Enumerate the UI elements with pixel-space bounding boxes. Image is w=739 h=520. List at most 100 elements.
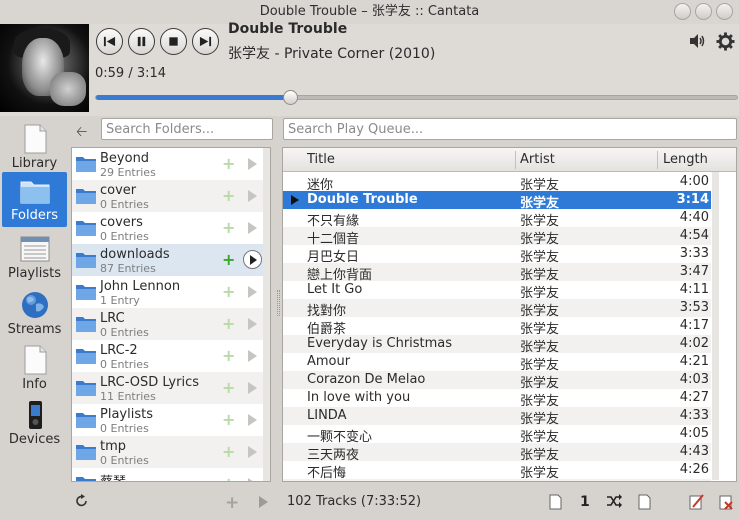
add-icon[interactable]: + [222, 316, 235, 332]
previous-button[interactable] [96, 28, 123, 55]
folder-entry-count: 87 Entries [100, 262, 156, 275]
add-to-queue-icon[interactable]: + [225, 493, 239, 513]
folder-item[interactable]: downloads 87 Entries + [72, 244, 270, 276]
play-now-icon[interactable] [259, 496, 268, 508]
track-artist: 张学友 [520, 480, 559, 481]
sidebar-item-library[interactable]: Library [2, 120, 67, 175]
clear-queue-icon[interactable] [719, 494, 734, 510]
queue-row[interactable]: 戀上你背面 张学友 3:47 [283, 263, 711, 283]
folder-item[interactable]: John Lennon 1 Entry + [72, 276, 270, 308]
queue-row[interactable]: Let It Go 张学友 4:11 [283, 281, 711, 301]
pause-button[interactable] [128, 28, 155, 55]
next-button[interactable] [192, 28, 219, 55]
add-icon[interactable]: + [222, 380, 235, 396]
play-icon[interactable] [248, 158, 257, 170]
add-icon[interactable]: + [222, 476, 235, 482]
folder-item[interactable]: LRC-OSD Lyrics 11 Entries + [72, 372, 270, 404]
folder-icon [76, 317, 96, 332]
queue-row[interactable]: Corazon De Melao 张学友 4:03 [283, 371, 711, 391]
queue-row[interactable]: 十二個音 张学友 4:54 [283, 227, 711, 247]
column-length[interactable]: Length [663, 152, 708, 167]
column-artist[interactable]: Artist [520, 152, 555, 167]
edit-tags-icon[interactable] [689, 494, 704, 510]
pane-splitter[interactable] [277, 290, 280, 316]
pause-icon [137, 36, 146, 47]
queue-row[interactable]: Amour 张学友 4:21 [283, 353, 711, 373]
queue-row[interactable]: 纷纷扰扰 张学友 [283, 479, 711, 481]
queue-row[interactable]: 伯爵茶 张学友 4:17 [283, 317, 711, 337]
minimize-button[interactable] [674, 3, 691, 20]
album-cover[interactable] [0, 24, 89, 112]
play-icon[interactable] [248, 478, 257, 481]
folder-scrollbar[interactable] [263, 148, 270, 481]
sidebar-item-devices[interactable]: Devices [2, 396, 67, 451]
add-icon[interactable]: + [222, 252, 235, 268]
queue-row[interactable]: 找對你 张学友 3:53 [283, 299, 711, 319]
add-icon[interactable]: + [222, 188, 235, 204]
folder-item[interactable]: LRC 0 Entries + [72, 308, 270, 340]
queue-row[interactable]: LINDA 张学友 4:33 [283, 407, 711, 427]
search-queue-input[interactable] [283, 118, 737, 140]
play-icon[interactable] [248, 446, 257, 458]
column-title[interactable]: Title [307, 152, 335, 167]
add-icon[interactable]: + [222, 284, 235, 300]
document-icon[interactable] [638, 494, 651, 510]
save-playlist-icon[interactable] [549, 494, 562, 510]
queue-scrollbar[interactable] [712, 172, 719, 480]
volume-icon[interactable] [689, 33, 707, 49]
maximize-button[interactable] [695, 3, 712, 20]
play-icon[interactable] [248, 350, 257, 362]
play-icon[interactable] [243, 250, 262, 269]
queue-row[interactable]: 不只有緣 张学友 4:40 [283, 209, 711, 229]
queue-row[interactable]: 三天两夜 张学友 4:43 [283, 443, 711, 463]
shuffle-icon[interactable] [606, 494, 622, 508]
play-icon[interactable] [248, 318, 257, 330]
queue-row[interactable]: In love with you 张学友 4:27 [283, 389, 711, 409]
queue-row[interactable]: 月巴女日 张学友 3:33 [283, 245, 711, 265]
play-icon[interactable] [248, 222, 257, 234]
sidebar-item-info[interactable]: Info [2, 341, 67, 396]
folder-item[interactable]: Beyond 29 Entries + [72, 148, 270, 180]
close-button[interactable] [716, 3, 733, 20]
folder-icon [76, 381, 96, 396]
gear-icon[interactable] [716, 32, 735, 51]
sidebar-item-streams[interactable]: Streams [2, 286, 67, 341]
search-folders-input[interactable] [101, 118, 273, 140]
folder-icon [76, 189, 96, 204]
add-icon[interactable]: + [222, 348, 235, 364]
track-length: 3:33 [679, 246, 709, 261]
add-icon[interactable]: + [222, 444, 235, 460]
folder-item[interactable]: 蔡琴 + [72, 468, 270, 482]
seek-slider[interactable] [95, 90, 738, 105]
track-length: 4:40 [679, 210, 709, 225]
window-titlebar: Double Trouble – 张学友 :: Cantata [0, 0, 739, 24]
sidebar-item-folders[interactable]: Folders [2, 172, 67, 227]
sidebar-item-playlists[interactable]: Playlists [2, 230, 67, 285]
queue-row[interactable]: 一颗不变心 张学友 4:05 [283, 425, 711, 445]
sidebar-item-label: Playlists [8, 266, 61, 281]
queue-row[interactable]: Everyday is Christmas 张学友 4:02 [283, 335, 711, 355]
add-icon[interactable]: + [222, 220, 235, 236]
folder-item[interactable]: cover 0 Entries + [72, 180, 270, 212]
seek-handle[interactable] [282, 90, 298, 105]
refresh-icon[interactable] [75, 494, 89, 508]
back-arrow-icon[interactable]: 🡠 [76, 121, 87, 145]
folder-item[interactable]: tmp 0 Entries + [72, 436, 270, 468]
window-controls [674, 3, 733, 20]
folder-item[interactable]: covers 0 Entries + [72, 212, 270, 244]
folder-item[interactable]: Playlists 0 Entries + [72, 404, 270, 436]
play-icon[interactable] [248, 190, 257, 202]
play-icon[interactable] [248, 286, 257, 298]
queue-row[interactable]: Double Trouble 张学友 3:14 [283, 191, 711, 211]
queue-row[interactable]: 不后悔 张学友 4:26 [283, 461, 711, 481]
add-icon[interactable]: + [222, 156, 235, 172]
folder-icon [20, 181, 49, 204]
add-icon[interactable]: + [222, 412, 235, 428]
folder-item[interactable]: LRC-2 0 Entries + [72, 340, 270, 372]
stop-button[interactable] [160, 28, 187, 55]
play-icon[interactable] [248, 382, 257, 394]
queue-row[interactable]: 迷你 张学友 4:00 [283, 173, 711, 193]
play-icon[interactable] [248, 414, 257, 426]
track-length: 3:53 [679, 300, 709, 315]
single-mode-button[interactable]: 1 [580, 494, 590, 510]
